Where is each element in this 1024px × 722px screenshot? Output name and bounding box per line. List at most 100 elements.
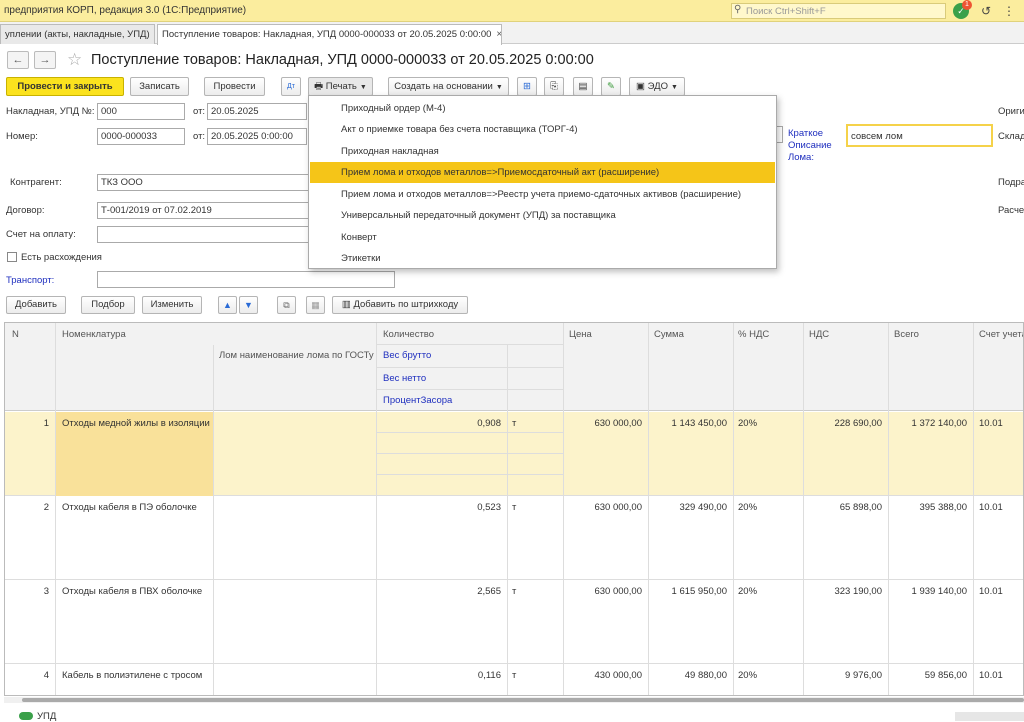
col-total[interactable]: Всего — [894, 329, 919, 340]
cell-n: 1 — [15, 418, 49, 429]
cell-vat: 65 898,00 — [803, 502, 882, 513]
cell-vat-percent: 20% — [738, 670, 757, 681]
bottom-button[interactable] — [955, 712, 1024, 721]
add-by-barcode-button[interactable]: ▥ Добавить по штрихкоду — [332, 296, 468, 314]
cell-total: 1 372 140,00 — [888, 418, 967, 429]
back-button[interactable]: ← — [7, 51, 29, 69]
scrap-description-field[interactable]: совсем лом — [846, 124, 993, 147]
cell-vat-percent: 20% — [738, 418, 757, 429]
attachment-icon[interactable]: ⎘ — [544, 77, 564, 96]
number-date-field[interactable]: 20.05.2025 0:00:00 — [207, 128, 307, 145]
cell-account: 10.01 — [979, 502, 1003, 513]
tab-receipts-list[interactable]: уплении (акты, накладные, УПД)× — [0, 24, 155, 44]
contract-field[interactable]: Т-001/2019 от 07.02.2019 — [97, 202, 309, 219]
edo-label: ЭДО — [648, 81, 668, 92]
number-field[interactable]: 0000-000033 — [97, 128, 185, 145]
print-menu: Приходный ордер (М-4) Акт о приемке това… — [308, 95, 777, 269]
col-n[interactable]: N — [12, 329, 19, 340]
table-row[interactable]: 2 Отходы кабеля в ПЭ оболочке 0,523 т 63… — [5, 496, 1024, 580]
invoice-number-field[interactable]: 000 — [97, 103, 185, 120]
menu-item-scrap-register[interactable]: Прием лома и отходов металлов=>Реестр уч… — [310, 184, 775, 205]
menu-item-scrap-acceptance-act[interactable]: Прием лома и отходов металлов=>Приемосда… — [310, 162, 775, 183]
paste-icon[interactable]: ▦ — [306, 296, 325, 314]
sign-icon[interactable]: ✎ — [601, 77, 621, 96]
header-divider — [376, 389, 563, 390]
from-label: от: — [193, 131, 205, 142]
dt-kt-icon[interactable]: Дт — [281, 77, 301, 96]
transport-field[interactable] — [97, 271, 395, 288]
cell-unit: т — [512, 670, 516, 681]
post-button[interactable]: Провести — [204, 77, 265, 96]
post-and-close-button[interactable]: Провести и закрыть — [6, 77, 124, 96]
col-nomenclature[interactable]: Номенклатура — [62, 329, 126, 340]
menu-item-receipt-invoice[interactable]: Приходная накладная — [310, 141, 775, 162]
cell-n: 2 — [15, 502, 49, 513]
scrollbar-thumb[interactable] — [22, 698, 1024, 702]
col-scrap-gost[interactable]: Лом наименование лома по ГОСТу — [219, 350, 374, 361]
barcode-icon: ▥ — [342, 299, 351, 310]
notifications-icon[interactable]: ✓1 — [953, 3, 969, 19]
table-row[interactable]: 4 Кабель в полиэтилене с тросом 0,116 т … — [5, 664, 1024, 696]
edo-button[interactable]: ▣ ЭДО▼ — [629, 77, 685, 96]
table-row[interactable]: 3 Отходы кабеля в ПВХ оболочке 2,565 т 6… — [5, 580, 1024, 664]
col-gross-weight[interactable]: Вес брутто — [383, 350, 431, 361]
close-icon[interactable]: × — [496, 29, 502, 40]
menu-item-torg4[interactable]: Акт о приемке товара без счета поставщик… — [310, 119, 775, 140]
counterparty-field[interactable]: ТКЗ ООО — [97, 174, 309, 191]
menu-item-upd-supplier[interactable]: Универсальный передаточный документ (УПД… — [310, 205, 775, 226]
col-account[interactable]: Счет учета — [979, 329, 1024, 340]
report-icon[interactable]: ▤ — [573, 77, 593, 96]
goods-table: N Номенклатура Лом наименование лома по … — [4, 322, 1024, 696]
col-vat-percent[interactable]: % НДС — [738, 329, 769, 340]
move-up-icon[interactable]: ▲ — [218, 296, 237, 314]
horizontal-scrollbar[interactable] — [4, 697, 1024, 703]
cell-nomenclature: Отходы кабеля в ПВХ оболочке — [62, 586, 202, 597]
transport-label[interactable]: Транспорт: — [6, 275, 54, 286]
table-row[interactable]: 1 Отходы медной жилы в изоляции 0,908 т … — [5, 412, 1024, 496]
bill-label: Счет на оплату: — [6, 229, 76, 240]
add-row-button[interactable]: Добавить — [6, 296, 66, 314]
from-label: от: — [193, 106, 205, 117]
print-button[interactable]: 🖶 Печать▼ — [308, 77, 373, 96]
upd-label: УПД — [37, 711, 56, 722]
structure-icon[interactable]: ⊞ — [517, 77, 537, 96]
cell-sum: 1 143 450,00 — [648, 418, 727, 429]
menu-item-m4-order[interactable]: Приходный ордер (М-4) — [310, 98, 775, 119]
col-vat[interactable]: НДС — [809, 329, 829, 340]
upd-toggle[interactable] — [19, 712, 33, 720]
forward-button[interactable]: → — [34, 51, 56, 69]
chevron-down-icon: ▼ — [496, 84, 503, 91]
cell-vat: 9 976,00 — [803, 670, 882, 681]
col-quantity[interactable]: Количество — [383, 329, 434, 340]
cell-quantity: 2,565 — [377, 586, 501, 597]
copy-icon[interactable]: ⧉ — [277, 296, 296, 314]
bill-field[interactable] — [97, 226, 309, 243]
app-title: предприятия КОРП, редакция 3.0 (1С:Предп… — [4, 5, 246, 16]
col-sum[interactable]: Сумма — [654, 329, 684, 340]
invoice-date-field[interactable]: 20.05.2025 — [207, 103, 307, 120]
col-price[interactable]: Цена — [569, 329, 592, 340]
tab-goods-receipt[interactable]: Поступление товаров: Накладная, УПД 0000… — [157, 24, 502, 45]
chevron-down-icon: ▼ — [360, 84, 367, 91]
col-clog-percent[interactable]: ПроцентЗасора — [383, 395, 452, 406]
favorite-star-icon[interactable]: ☆ — [67, 50, 82, 70]
cell-quantity: 0,116 — [377, 670, 501, 681]
menu-item-envelope[interactable]: Конверт — [310, 227, 775, 248]
history-icon[interactable]: ↺ — [978, 3, 994, 19]
row-subdivider — [376, 474, 563, 475]
save-button[interactable]: Записать — [130, 77, 189, 96]
col-net-weight[interactable]: Вес нетто — [383, 373, 426, 384]
cell-vat-percent: 20% — [738, 502, 757, 513]
move-down-icon[interactable]: ▼ — [239, 296, 258, 314]
menu-icon[interactable]: ⋮ — [1001, 3, 1017, 19]
settlements-label: Расче — [998, 205, 1024, 216]
scrap-description-label: Краткое Описание Лома: — [788, 128, 838, 164]
discrepancy-checkbox[interactable] — [7, 252, 17, 262]
select-button[interactable]: Подбор — [81, 296, 135, 314]
search-input[interactable]: ⚲ Поиск Ctrl+Shift+F — [731, 3, 946, 19]
change-button[interactable]: Изменить — [142, 296, 202, 314]
menu-item-labels[interactable]: Этикетки — [310, 248, 775, 269]
cell-quantity: 0,523 — [377, 502, 501, 513]
create-based-on-button[interactable]: Создать на основании▼ — [388, 77, 509, 96]
header-divider — [376, 344, 563, 345]
